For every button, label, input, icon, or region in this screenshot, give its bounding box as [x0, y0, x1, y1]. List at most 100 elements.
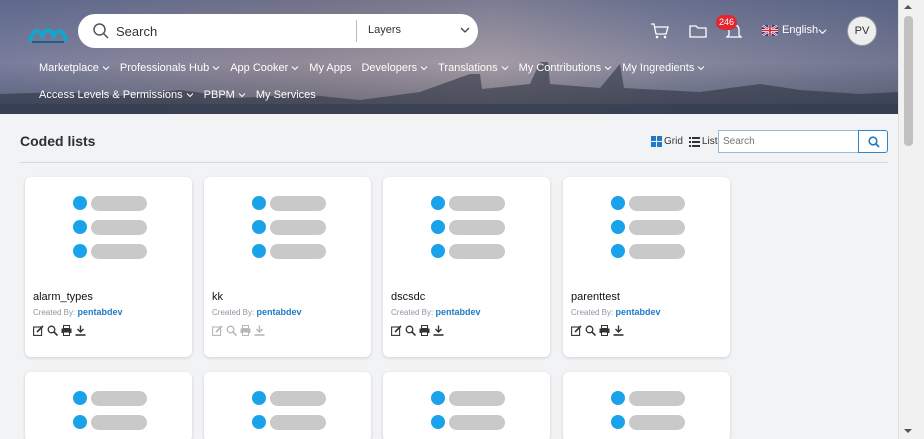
nav-item-translations[interactable]: Translations: [438, 62, 509, 74]
card-author-link[interactable]: pentabdev: [615, 307, 660, 317]
print-icon[interactable]: [599, 323, 610, 336]
nav-item-label: Marketplace: [39, 62, 99, 74]
download-icon[interactable]: [613, 323, 624, 336]
grid-icon[interactable]: [651, 136, 662, 147]
nav-item-app-cooker[interactable]: App Cooker: [230, 62, 299, 74]
nav-item-label: Professionals Hub: [119, 62, 210, 74]
card-created-by: Created By: pentabdev: [212, 307, 302, 317]
nav-item-label: Translations: [438, 62, 498, 74]
user-avatar[interactable]: PV: [847, 16, 877, 46]
nav-item-label: My Ingredients: [622, 62, 695, 74]
view-toggle: Grid List: [651, 136, 717, 147]
scroll-up-arrow-icon[interactable]: [902, 2, 914, 12]
coded-list-card[interactable]: [383, 372, 550, 439]
card-author-link[interactable]: pentabdev: [435, 307, 480, 317]
created-by-label: Created By:: [571, 308, 614, 317]
edit-icon[interactable]: [212, 323, 223, 336]
nav-item-pbpm[interactable]: PBPM: [204, 89, 246, 101]
layers-select[interactable]: Layers: [368, 24, 401, 36]
coded-list-card[interactable]: dscsdc Created By: pentabdev: [383, 177, 550, 357]
page-title: Coded lists: [20, 133, 96, 149]
card-title[interactable]: parenttest: [571, 291, 620, 303]
main-nav-row-1: Marketplace Professionals Hub App Cooker My…: [39, 62, 715, 74]
chevron-down-icon: [212, 66, 220, 71]
created-by-label: Created By:: [391, 308, 434, 317]
chevron-down-icon: [102, 66, 110, 71]
nav-item-my-services[interactable]: My Services: [256, 89, 316, 101]
nav-item-label: My Contributions: [518, 62, 602, 74]
page-scrollbar[interactable]: [898, 0, 924, 439]
card-created-by: Created By: pentabdev: [391, 307, 481, 317]
grid-view-button[interactable]: Grid: [664, 136, 683, 147]
nav-item-label: My Services: [255, 89, 316, 101]
scrollbar-thumb[interactable]: [904, 16, 913, 146]
nav-item-my-apps[interactable]: My Apps: [309, 62, 351, 74]
coded-list-thumbnail-icon: [252, 196, 326, 259]
chevron-down-icon: [604, 66, 612, 71]
nav-item-my-contributions[interactable]: My Contributions: [519, 62, 613, 74]
coded-list-card[interactable]: kk Created By: pentabdev: [204, 177, 371, 357]
nav-item-label: PBPM: [203, 89, 235, 101]
nav-item-my-ingredients[interactable]: My Ingredients: [622, 62, 705, 74]
list-view-button[interactable]: List: [702, 136, 718, 147]
coded-list-card[interactable]: [563, 372, 730, 439]
edit-icon[interactable]: [571, 323, 582, 336]
edit-icon[interactable]: [391, 323, 402, 336]
list-search-button[interactable]: [858, 130, 888, 153]
card-author-link[interactable]: pentabdev: [77, 307, 122, 317]
print-icon[interactable]: [61, 323, 72, 336]
card-actions: [33, 323, 86, 337]
edit-icon[interactable]: [33, 323, 44, 336]
card-author-link[interactable]: pentabdev: [256, 307, 301, 317]
nav-item-professionals-hub[interactable]: Professionals Hub: [120, 62, 220, 74]
search-input[interactable]: Search: [116, 24, 157, 39]
created-by-label: Created By:: [33, 308, 76, 317]
scroll-down-arrow-icon[interactable]: [902, 426, 914, 436]
view-icon[interactable]: [585, 323, 597, 337]
nav-item-label: Developers: [361, 62, 418, 74]
download-icon[interactable]: [433, 323, 444, 336]
view-icon[interactable]: [47, 323, 59, 337]
notification-badge: 246: [716, 15, 738, 30]
print-icon[interactable]: [419, 323, 430, 336]
nav-item-access-levels-permissions[interactable]: Access Levels & Permissions: [39, 89, 194, 101]
coded-list-card[interactable]: [25, 372, 192, 439]
list-search-input[interactable]: [718, 130, 859, 153]
language-selector[interactable]: English: [782, 24, 818, 36]
title-divider: [20, 162, 888, 163]
download-icon[interactable]: [75, 323, 86, 336]
global-search-bar[interactable]: Search Layers: [78, 14, 478, 48]
list-icon[interactable]: [688, 136, 700, 147]
coded-list-card[interactable]: alarm_types Created By: pentabdev: [25, 177, 192, 357]
coded-list-card[interactable]: [204, 372, 371, 439]
card-title[interactable]: alarm_types: [33, 291, 93, 303]
print-icon[interactable]: [240, 323, 251, 336]
logo-icon[interactable]: [28, 18, 68, 46]
folder-icon[interactable]: [688, 22, 708, 40]
card-actions: [391, 323, 444, 337]
search-icon: [868, 136, 880, 148]
top-header: Search Layers 246 English PV Marketplace…: [0, 0, 898, 114]
chevron-down-icon: [420, 66, 428, 71]
download-icon[interactable]: [254, 323, 265, 336]
chevron-down-icon: [501, 66, 508, 71]
nav-item-label: Access Levels & Permissions: [39, 89, 183, 101]
card-title[interactable]: dscsdc: [391, 291, 425, 303]
coded-list-thumbnail-icon: [73, 196, 147, 259]
created-by-label: Created By:: [212, 308, 255, 317]
view-icon[interactable]: [405, 323, 417, 337]
card-created-by: Created By: pentabdev: [571, 307, 661, 317]
card-title[interactable]: kk: [212, 291, 223, 303]
coded-list-thumbnail-icon: [611, 196, 685, 259]
nav-item-marketplace[interactable]: Marketplace: [39, 62, 110, 74]
chevron-down-icon: [186, 93, 194, 98]
search-divider: [356, 20, 357, 42]
cart-icon[interactable]: [650, 22, 670, 40]
chevron-down-icon[interactable]: [460, 25, 470, 35]
uk-flag-icon: [762, 25, 778, 36]
nav-item-developers[interactable]: Developers: [361, 62, 428, 74]
nav-item-label: My Apps: [309, 62, 352, 74]
chevron-down-icon[interactable]: [818, 27, 827, 36]
coded-list-card[interactable]: parenttest Created By: pentabdev: [563, 177, 730, 357]
view-icon[interactable]: [226, 323, 238, 337]
